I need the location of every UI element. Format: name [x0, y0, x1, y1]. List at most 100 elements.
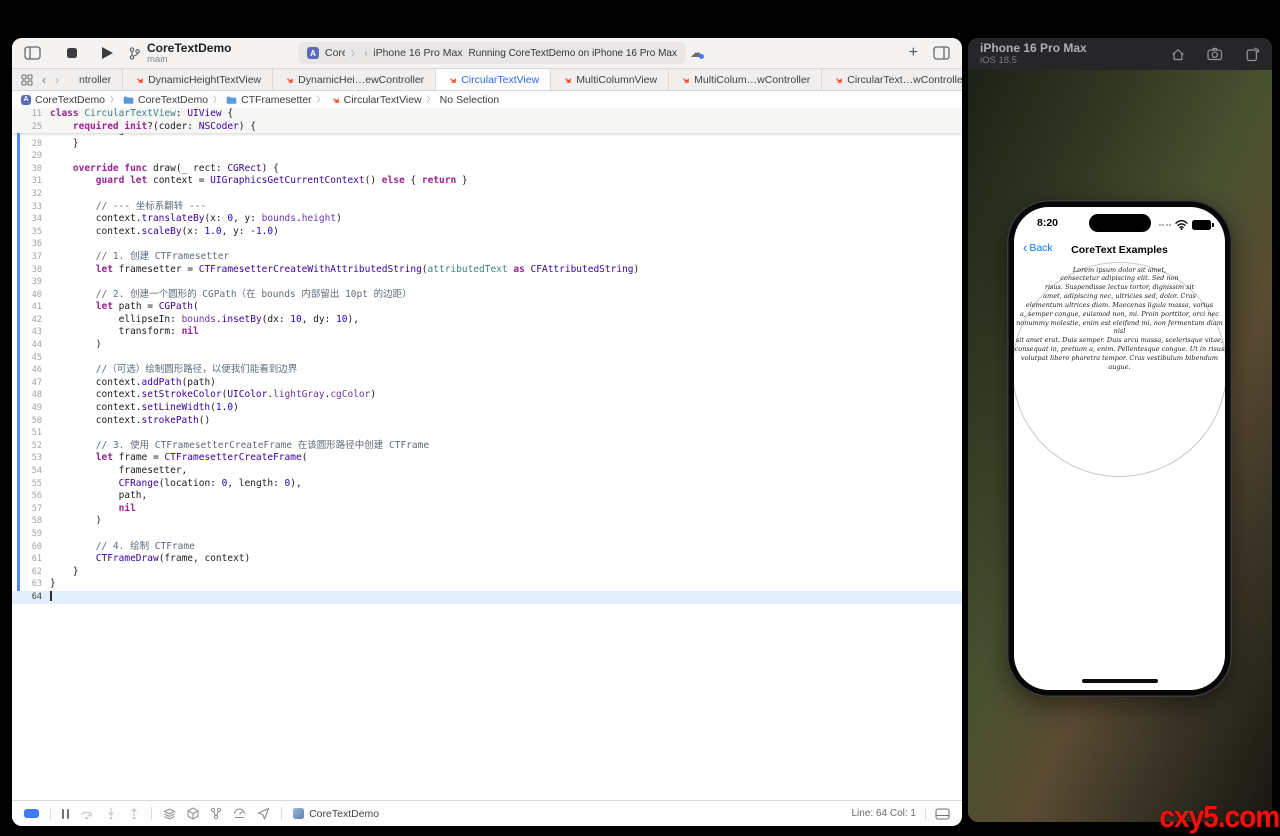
- breadcrumb-item[interactable]: No Selection: [440, 94, 500, 106]
- simulator-os-version: iOS 18.5: [980, 55, 1087, 66]
- code-text: override func draw(_ rect: CGRect) {: [42, 163, 279, 176]
- run-button[interactable]: [102, 38, 113, 68]
- code-line-34[interactable]: 34 context.translateBy(x: 0, y: bounds.h…: [12, 213, 962, 226]
- code-line-30[interactable]: 30 override func draw(_ rect: CGRect) {: [12, 163, 962, 176]
- code-text: ): [42, 339, 101, 352]
- debug-bar: CoreTextDemo Line: 64 Col: 1: [12, 800, 962, 826]
- nav-title: CoreText Examples: [1014, 244, 1225, 256]
- code-line-47[interactable]: 47 context.addPath(path): [12, 377, 962, 390]
- code-text: context.setLineWidth(1.0): [42, 402, 239, 415]
- breadcrumb-item[interactable]: CircularTextView: [330, 94, 422, 106]
- breadcrumb-item[interactable]: CTFramesetter: [226, 94, 312, 106]
- view-hierarchy-icon[interactable]: [163, 807, 176, 820]
- tab-circulartextview[interactable]: CircularTextView: [436, 69, 551, 90]
- tab-multicolum-wcontroller[interactable]: MultiColum…wController: [669, 69, 822, 90]
- rotate-device-icon[interactable]: [1245, 47, 1260, 62]
- code-text: ellipseIn: bounds.insetBy(dx: 10, dy: 10…: [42, 314, 359, 327]
- code-line-40[interactable]: 40 // 2. 创建一个圆形的 CGPath（在 bounds 内部留出 10…: [12, 289, 962, 302]
- tab-dynamichei-ewcontroller[interactable]: DynamicHei…ewController: [273, 69, 436, 90]
- scheme-capsule[interactable]: A CoreTextDemo 〉 iPhone 16 Pro Max Runni…: [298, 42, 686, 64]
- code-line-49[interactable]: 49 context.setLineWidth(1.0): [12, 402, 962, 415]
- code-line-62[interactable]: 62 }: [12, 566, 962, 579]
- code-line-36[interactable]: 36: [12, 238, 962, 251]
- tab-multicolumnview[interactable]: MultiColumnView: [551, 69, 669, 90]
- code-line-25[interactable]: 25 required init?(coder: NSCoder) {: [12, 121, 962, 134]
- code-text: path,: [42, 490, 147, 503]
- code-line-50[interactable]: 50 context.strokePath(): [12, 415, 962, 428]
- code-line-58[interactable]: 58 ): [12, 515, 962, 528]
- tab-circulartext-wcontroller[interactable]: CircularText…wController: [822, 69, 962, 90]
- code-line-44[interactable]: 44 ): [12, 339, 962, 352]
- code-text: }: [42, 566, 79, 579]
- status-bar-time: 8:20: [1037, 217, 1058, 229]
- code-line-33[interactable]: 33 // --- 坐标系翻转 ---: [12, 201, 962, 214]
- grid-overview-icon[interactable]: [21, 74, 33, 86]
- code-line-52[interactable]: 52 // 3. 使用 CTFramesetterCreateFrame 在该圆…: [12, 440, 962, 453]
- breadcrumb-item[interactable]: ACoreTextDemo: [21, 94, 105, 106]
- forward-history-button[interactable]: ›: [55, 73, 59, 87]
- tab-list: ntroller DynamicHeightTextViewDynamicHei……: [68, 69, 962, 90]
- code-line-38[interactable]: 38 let framesetter = CTFramesetterCreate…: [12, 264, 962, 277]
- code-lines: backgroundColor = .white28 }2930 overrid…: [12, 133, 962, 603]
- memory-graph-icon[interactable]: [187, 807, 199, 820]
- code-line-64[interactable]: 64: [12, 591, 962, 604]
- divider: [50, 807, 51, 820]
- code-line-61[interactable]: 61 CTFrameDraw(frame, context): [12, 553, 962, 566]
- run-destination[interactable]: iPhone 16 Pro Max: [373, 47, 462, 59]
- code-line-60[interactable]: 60 // 4. 绘制 CTFrame: [12, 541, 962, 554]
- code-line-46[interactable]: 46 //（可选）绘制圆形路径，以便我们能看到边界: [12, 364, 962, 377]
- code-line-56[interactable]: 56 path,: [12, 490, 962, 503]
- breadcrumb-label: CoreTextDemo: [138, 94, 208, 106]
- step-into-icon[interactable]: [105, 807, 117, 820]
- code-line-57[interactable]: 57 nil: [12, 503, 962, 516]
- code-line-28[interactable]: 28 }: [12, 138, 962, 151]
- home-indicator[interactable]: [1082, 679, 1158, 684]
- scheme-name[interactable]: CoreTextDemo: [325, 47, 345, 59]
- environment-overrides-icon[interactable]: [210, 807, 222, 820]
- code-line-55[interactable]: 55 CFRange(location: 0, length: 0),: [12, 478, 962, 491]
- add-button[interactable]: +: [909, 38, 918, 68]
- code-line-27[interactable]: backgroundColor = .white: [12, 133, 962, 137]
- breakpoints-toggle-button[interactable]: [24, 809, 39, 818]
- code-text: [42, 427, 50, 440]
- code-line-48[interactable]: 48 context.setStrokeColor(UIColor.lightG…: [12, 389, 962, 402]
- pause-execution-button[interactable]: [62, 809, 69, 819]
- code-line-32[interactable]: 32: [12, 188, 962, 201]
- code-line-42[interactable]: 42 ellipseIn: bounds.insetBy(dx: 10, dy:…: [12, 314, 962, 327]
- code-line-45[interactable]: 45: [12, 352, 962, 365]
- breadcrumb-item[interactable]: CoreTextDemo: [123, 94, 208, 106]
- stop-button[interactable]: [67, 38, 77, 68]
- code-line-63[interactable]: 63}: [12, 578, 962, 591]
- tab-label: ntroller: [79, 74, 111, 86]
- code-line-31[interactable]: 31 guard let context = UIGraphicsGetCurr…: [12, 175, 962, 188]
- sticky-declaration-header: 11class CircularTextView: UIView {25 req…: [12, 108, 962, 133]
- code-line-39[interactable]: 39: [12, 276, 962, 289]
- step-over-icon[interactable]: [80, 808, 94, 820]
- code-line-51[interactable]: 51: [12, 427, 962, 440]
- code-line-41[interactable]: 41 let path = CGPath(: [12, 301, 962, 314]
- toggle-navigator-button[interactable]: [24, 38, 41, 68]
- code-line-35[interactable]: 35 context.scaleBy(x: 1.0, y: -1.0): [12, 226, 962, 239]
- code-line-29[interactable]: 29: [12, 150, 962, 163]
- home-button-icon[interactable]: [1170, 47, 1186, 62]
- code-line-53[interactable]: 53 let frame = CTFramesetterCreateFrame(: [12, 452, 962, 465]
- code-line-43[interactable]: 43 transform: nil: [12, 326, 962, 339]
- editor-layout-button[interactable]: [933, 38, 950, 68]
- toggle-debug-area-icon[interactable]: [935, 808, 950, 820]
- running-process[interactable]: CoreTextDemo: [293, 808, 379, 820]
- tab-dynamicheighttextview[interactable]: DynamicHeightTextView: [123, 69, 273, 90]
- code-line-37[interactable]: 37 // 1. 创建 CTFramesetter: [12, 251, 962, 264]
- simulate-location-icon[interactable]: [257, 807, 270, 820]
- back-history-button[interactable]: ‹: [42, 73, 46, 87]
- tab-ntroller[interactable]: ntroller: [68, 69, 123, 90]
- screenshot-camera-icon[interactable]: [1207, 47, 1224, 61]
- code-line-54[interactable]: 54 framesetter,: [12, 465, 962, 478]
- code-line-59[interactable]: 59: [12, 528, 962, 541]
- code-line-11[interactable]: 11class CircularTextView: UIView {: [12, 108, 962, 121]
- iphone-screen[interactable]: 8:20 ‹ Back CoreText Examples Lorem ipsu…: [1014, 207, 1225, 690]
- instruments-gauge-icon[interactable]: [233, 807, 246, 820]
- xcode-toolbar: CoreTextDemo main A CoreTextDemo 〉 iPhon…: [12, 38, 962, 69]
- project-status[interactable]: CoreTextDemo main: [129, 38, 231, 68]
- step-out-icon[interactable]: [128, 807, 140, 820]
- source-editor[interactable]: 11class CircularTextView: UIView {25 req…: [12, 108, 962, 801]
